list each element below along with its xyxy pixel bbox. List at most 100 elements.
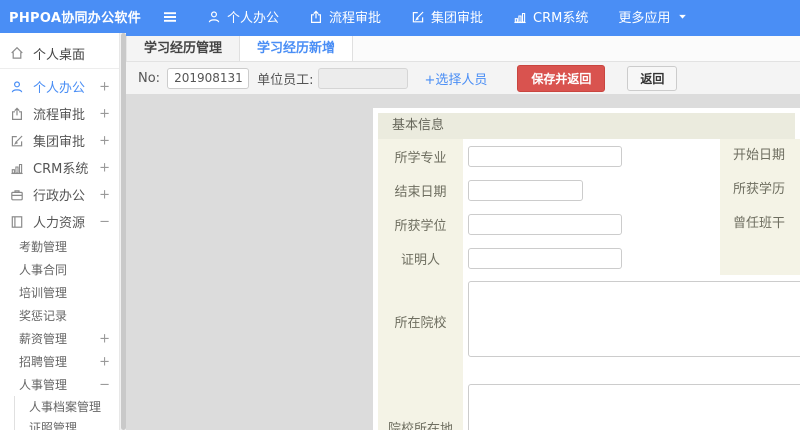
form-field xyxy=(463,281,800,361)
sidebar-item-label: 人力资源 xyxy=(33,216,86,231)
sidebar-item-label: 证照管理 xyxy=(29,421,78,430)
caret-down-icon xyxy=(678,12,687,21)
select-person-link[interactable]: +选择人员 xyxy=(424,69,487,88)
no-input[interactable] xyxy=(167,67,250,89)
sidebar-item-label: CRM系统 xyxy=(33,162,89,177)
form-field-label: 所在院校 xyxy=(394,315,447,331)
form-row: 证明人 xyxy=(378,241,795,275)
sidebar-item-label: 招聘管理 xyxy=(19,355,68,369)
nav-item[interactable]: 个人办公 xyxy=(192,0,294,33)
book-icon xyxy=(10,215,24,229)
sidebar-item[interactable]: 证照管理 xyxy=(14,417,126,430)
nav-item-label: 个人办公 xyxy=(227,11,280,26)
nav-item-label: 流程审批 xyxy=(329,11,382,26)
form-field xyxy=(463,213,622,235)
form-text-input[interactable] xyxy=(468,179,583,201)
sidebar-item-label: 培训管理 xyxy=(19,286,68,300)
expand-plus-icon[interactable]: + xyxy=(99,107,110,120)
sidebar-item[interactable]: 个人桌面 xyxy=(0,38,126,69)
staff-input[interactable] xyxy=(318,67,409,89)
form-text-input[interactable] xyxy=(468,145,622,167)
sidebar-item-label: 人事档案管理 xyxy=(29,400,102,414)
section-header: 基本信息 xyxy=(378,113,795,139)
form-body: 开始日期 所获学历 曾任班干 所学专业 结束日期 所获学位 证明人 所在院校 院校所在地 xyxy=(378,139,800,430)
sidebar-item[interactable]: 流程审批 + xyxy=(0,100,126,127)
expand-plus-icon[interactable]: + xyxy=(99,355,110,368)
form-row: 院校所在地 xyxy=(378,384,800,430)
sidebar-item[interactable]: 薪资管理 + xyxy=(0,327,126,350)
back-button[interactable]: 返回 xyxy=(627,65,678,91)
tab-bar: 学习经历管理 学习经历新增 xyxy=(126,33,800,62)
form-field-label: 院校所在地 xyxy=(387,421,453,430)
sidebar-item-label: 人事合同 xyxy=(19,263,68,277)
toolbar: No: 单位员工: +选择人员 保存并返回 返回 xyxy=(126,62,800,95)
form-field xyxy=(463,384,800,430)
expand-plus-icon[interactable]: + xyxy=(99,188,110,201)
expand-plus-icon[interactable]: + xyxy=(99,161,110,174)
user-icon xyxy=(207,10,221,24)
form-row: 结束日期 xyxy=(378,173,795,207)
sidebar-item[interactable]: 招聘管理 + xyxy=(0,350,126,373)
app-logo: PHPOA协同办公软件 xyxy=(9,11,141,26)
top-nav-menu: 个人办公 流程审批 集团审批 CRM系统 更多应用 xyxy=(192,0,702,33)
expand-plus-icon[interactable]: + xyxy=(99,134,110,147)
sidebar-item[interactable]: 培训管理 xyxy=(0,281,126,304)
sidebar-item[interactable]: 考勤管理 xyxy=(0,235,126,258)
nav-item-label: 更多应用 xyxy=(618,11,671,26)
sidebar-item-label: 个人办公 xyxy=(33,81,86,96)
hamburger-menu-icon[interactable] xyxy=(162,9,178,25)
form-text-input[interactable] xyxy=(468,213,622,235)
nav-item[interactable]: 流程审批 xyxy=(294,0,396,33)
sidebar-item-label: 流程审批 xyxy=(33,108,86,123)
sidebar-item[interactable]: 人事档案管理 xyxy=(14,396,126,417)
home-icon xyxy=(10,46,24,60)
sidebar-item[interactable]: 人力资源 − xyxy=(0,208,126,235)
form-field-label: 结束日期 xyxy=(394,184,447,200)
sidebar-item[interactable]: 行政办公 + xyxy=(0,181,126,208)
top-navbar: PHPOA协同办公软件 个人办公 流程审批 集团审批 CRM系统 更多应用 xyxy=(0,0,800,33)
sidebar-item[interactable]: CRM系统 + xyxy=(0,154,126,181)
user-icon xyxy=(10,80,24,94)
form-row: 所在院校 xyxy=(378,281,800,361)
sidebar-item[interactable]: 人事管理 − xyxy=(0,373,126,396)
form-field-label: 所获学位 xyxy=(394,218,447,234)
nav-item-label: CRM系统 xyxy=(533,11,589,26)
form-panel: 基本信息 开始日期 所获学历 曾任班干 所学专业 结束日期 所获学位 证明人 所在院校 院校所… xyxy=(373,108,800,430)
form-textarea[interactable] xyxy=(468,281,800,357)
tab[interactable]: 学习经历新增 xyxy=(240,36,354,61)
form-textarea[interactable] xyxy=(468,384,800,430)
expand-plus-icon[interactable]: + xyxy=(99,332,110,345)
sidebar-scrollbar[interactable] xyxy=(119,33,126,430)
sidebar-item-label: 考勤管理 xyxy=(19,240,68,254)
nav-item[interactable]: 更多应用 xyxy=(603,0,702,33)
sidebar: 个人桌面 个人办公 + 流程审批 + 集团审批 + CRM系统 + 行政办公 + 人力资源 − 考勤管理人… xyxy=(0,33,126,430)
content-area: 基本信息 开始日期 所获学历 曾任班干 所学专业 结束日期 所获学位 证明人 所在院校 院校所… xyxy=(126,95,800,430)
form-field xyxy=(463,247,622,269)
sidebar-item[interactable]: 个人办公 + xyxy=(0,73,126,100)
sidebar-item-label: 个人桌面 xyxy=(33,47,86,63)
nav-item[interactable]: CRM系统 xyxy=(498,0,603,33)
sidebar-item[interactable]: 人事合同 xyxy=(0,258,126,281)
form-field-label: 证明人 xyxy=(400,252,440,268)
expand-plus-icon[interactable]: + xyxy=(99,80,110,93)
collapse-minus-icon[interactable]: − xyxy=(99,215,110,228)
sidebar-item-label: 人事管理 xyxy=(19,378,68,392)
app-window: PHPOA协同办公软件 个人办公 流程审批 集团审批 CRM系统 更多应用 个人桌面 个人… xyxy=(0,0,800,430)
staff-label: 单位员工: xyxy=(257,72,314,88)
form-rows: 所学专业结束日期所获学位证明人所在院校院校所在地 xyxy=(378,139,800,430)
form-text-input[interactable] xyxy=(468,247,622,269)
form-field xyxy=(463,145,622,167)
sidebar-item-label: 行政办公 xyxy=(33,189,86,204)
save-return-button[interactable]: 保存并返回 xyxy=(517,64,606,92)
nav-item[interactable]: 集团审批 xyxy=(396,0,498,33)
form-field-label: 所学专业 xyxy=(394,150,447,166)
edit-icon xyxy=(411,10,425,24)
sidebar-item[interactable]: 集团审批 + xyxy=(0,127,126,154)
chart-icon xyxy=(10,161,24,175)
collapse-minus-icon[interactable]: − xyxy=(99,378,110,391)
form-field xyxy=(463,179,583,201)
tab[interactable]: 学习经历管理 xyxy=(126,36,241,61)
form-row: 所学专业 xyxy=(378,139,795,173)
sidebar-item-label: 集团审批 xyxy=(33,135,86,150)
sidebar-item[interactable]: 奖惩记录 xyxy=(0,304,126,327)
